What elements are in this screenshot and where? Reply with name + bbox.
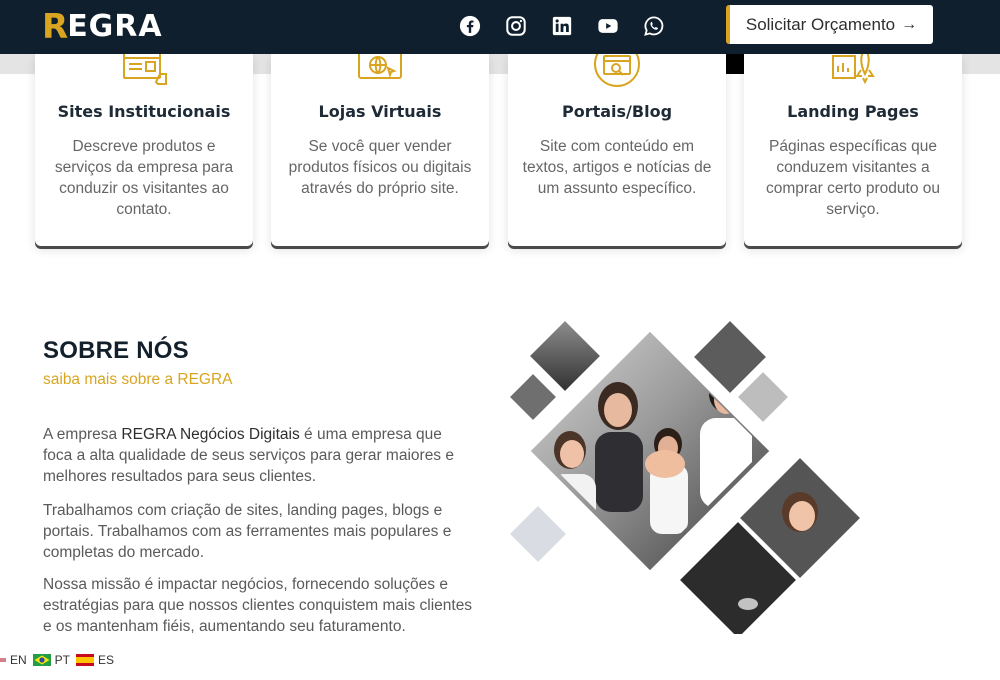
rocket-icon [827,54,879,88]
service-card-portals-blog[interactable]: Portais/Blog Site com conteúdo em textos… [508,54,726,246]
about-paragraph-2: Trabalhamos com criação de sites, landin… [43,502,452,561]
service-card-online-store[interactable]: Lojas Virtuais Se você quer vender produ… [271,54,489,246]
language-pt[interactable]: PT [32,653,71,667]
portal-search-icon [591,54,643,88]
linkedin-icon[interactable] [550,14,574,38]
language-code: EN [10,653,27,667]
services-section: Sites Institucionais Descreve produtos e… [0,54,1000,254]
service-card-landing-pages[interactable]: Landing Pages Páginas específicas que co… [744,54,962,246]
company-name-highlight: REGRA Negócios Digitais [121,426,300,443]
request-quote-label: Solicitar Orçamento [745,14,896,34]
service-title: Portais/Blog [561,102,673,121]
language-code: PT [54,653,71,667]
language-es[interactable]: ES [76,653,114,667]
request-quote-button[interactable]: Solicitar Orçamento → [726,5,933,44]
service-description: Site com conteúdo em textos, artigos e n… [522,138,712,197]
online-store-icon [354,54,406,88]
regra-logo[interactable]: R EGRA [42,8,163,46]
language-switcher: EN PT ES [0,650,114,670]
language-en[interactable]: EN [0,653,27,667]
service-title: Lojas Virtuais [318,102,442,121]
service-title: Sites Institucionais [57,102,231,121]
language-code: ES [98,653,115,667]
service-description: Se você quer vender produtos físicos ou … [288,138,472,197]
black-overlay-square [726,54,744,74]
about-paragraph-3: Nossa missão é impactar negócios, fornec… [43,576,473,635]
instagram-icon[interactable] [504,14,528,38]
logo-wordmark: EGRA [67,9,163,44]
about-subtitle: saiba mais sobre a REGRA [43,371,233,388]
service-description: Páginas específicas que conduzem visitan… [765,138,941,218]
about-title: SOBRE NÓS [43,337,189,364]
service-description: Descreve produtos e serviços da empresa … [54,138,234,218]
facebook-icon[interactable] [458,14,482,38]
website-icon [118,54,170,88]
site-header: R EGRA Solicitar Orçamento → [0,0,1000,54]
about-p1-prefix: A empresa [43,426,122,443]
team-photo-collage [500,314,865,634]
logo-letter-r: R [42,7,68,47]
youtube-icon[interactable] [596,14,620,38]
service-title: Landing Pages [787,102,919,121]
about-paragraph-1: A empresa REGRA Negócios Digitais é uma … [43,424,475,487]
service-card-institutional[interactable]: Sites Institucionais Descreve produtos e… [35,54,253,246]
brazil-flag-icon [32,654,51,666]
spain-flag-icon [76,654,95,666]
us-flag-icon [0,658,6,662]
social-links [458,14,666,38]
whatsapp-icon[interactable] [642,14,666,38]
arrow-right-icon: → [901,15,918,33]
